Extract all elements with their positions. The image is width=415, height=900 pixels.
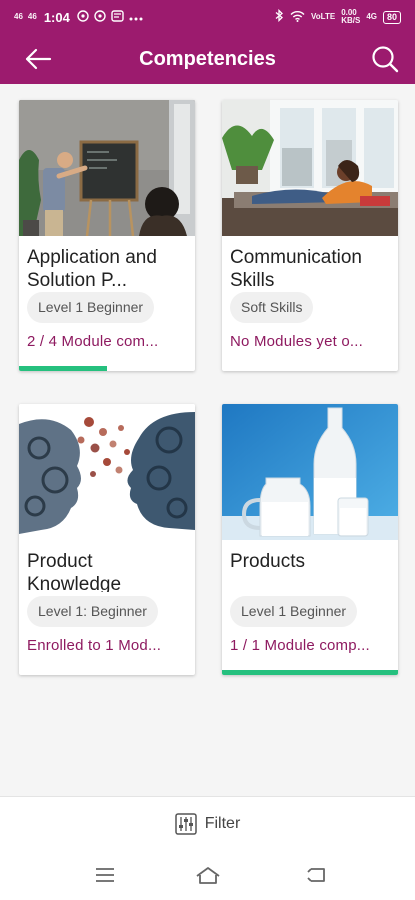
system-nav-bar: [0, 850, 415, 900]
network-type: 4G: [366, 12, 377, 21]
signal-indicator: 46: [14, 12, 23, 21]
woman-on-sofa-photo: [222, 100, 398, 236]
level-chip: Level 1 Beginner: [27, 292, 155, 323]
home-icon: [196, 867, 220, 884]
back-nav-icon: [307, 868, 325, 882]
module-status: 2 / 4 Module com...: [27, 333, 159, 350]
page-title: Competencies: [139, 47, 276, 70]
competency-card[interactable]: Product Knowledge Level 1: Beginner Enro…: [19, 404, 195, 675]
whatsapp-icon: [77, 9, 89, 25]
module-status: 1 / 1 Module comp...: [230, 637, 370, 654]
level-chip: Level 1: Beginner: [27, 596, 158, 627]
back-button[interactable]: [22, 44, 54, 74]
wifi-icon: [290, 10, 305, 25]
app-bar: Competencies: [0, 34, 415, 84]
gear-heads-illustration: [19, 404, 195, 540]
competency-card[interactable]: Products Level 1 Beginner 1 / 1 Module c…: [222, 404, 398, 675]
search-icon: [372, 46, 399, 73]
search-button[interactable]: [369, 43, 401, 75]
more-dots-icon: [129, 10, 143, 24]
competency-card[interactable]: Application and Solution P... Level 1 Be…: [19, 100, 195, 371]
menu-button[interactable]: [92, 864, 118, 886]
competency-card[interactable]: Communication Skills Soft Skills No Modu…: [222, 100, 398, 371]
progress-bar: [222, 670, 398, 675]
progress-bar: [19, 366, 107, 371]
home-button[interactable]: [195, 864, 221, 886]
volte-icon: VoLTE: [311, 12, 336, 21]
back-nav-button[interactable]: [303, 864, 329, 886]
status-bar: 46 46 1:04 VoLTE 0.00 KB/S 4G 80: [0, 0, 415, 34]
filter-label: Filter: [204, 814, 241, 832]
filter-button[interactable]: Filter: [174, 812, 241, 835]
card-title: Products: [230, 551, 305, 572]
level-chip: Soft Skills: [230, 292, 314, 323]
whatsapp-icon: [94, 9, 106, 25]
bluetooth-icon: [275, 8, 284, 25]
menu-icon: [96, 868, 114, 882]
level-chip: Level 1 Beginner: [230, 596, 358, 627]
card-title: Product Knowledge: [27, 551, 122, 592]
battery-icon: 80: [382, 10, 401, 24]
card-title: Communication Skills: [230, 247, 362, 288]
signal-indicator: 46: [27, 12, 37, 21]
sliders-icon: [174, 812, 197, 835]
classroom-blackboard-photo: [19, 100, 195, 236]
network-speed: 0.00 KB/S: [341, 8, 361, 25]
message-icon: [111, 9, 124, 25]
filter-bar: Filter: [0, 796, 415, 850]
status-time: 1:04: [43, 9, 70, 25]
milk-bottles-photo: [222, 404, 398, 540]
card-title: Application and Solution P...: [27, 247, 157, 288]
module-status: Enrolled to 1 Mod...: [27, 637, 162, 654]
arrow-left-icon: [25, 48, 52, 70]
module-status: No Modules yet o...: [230, 333, 364, 350]
